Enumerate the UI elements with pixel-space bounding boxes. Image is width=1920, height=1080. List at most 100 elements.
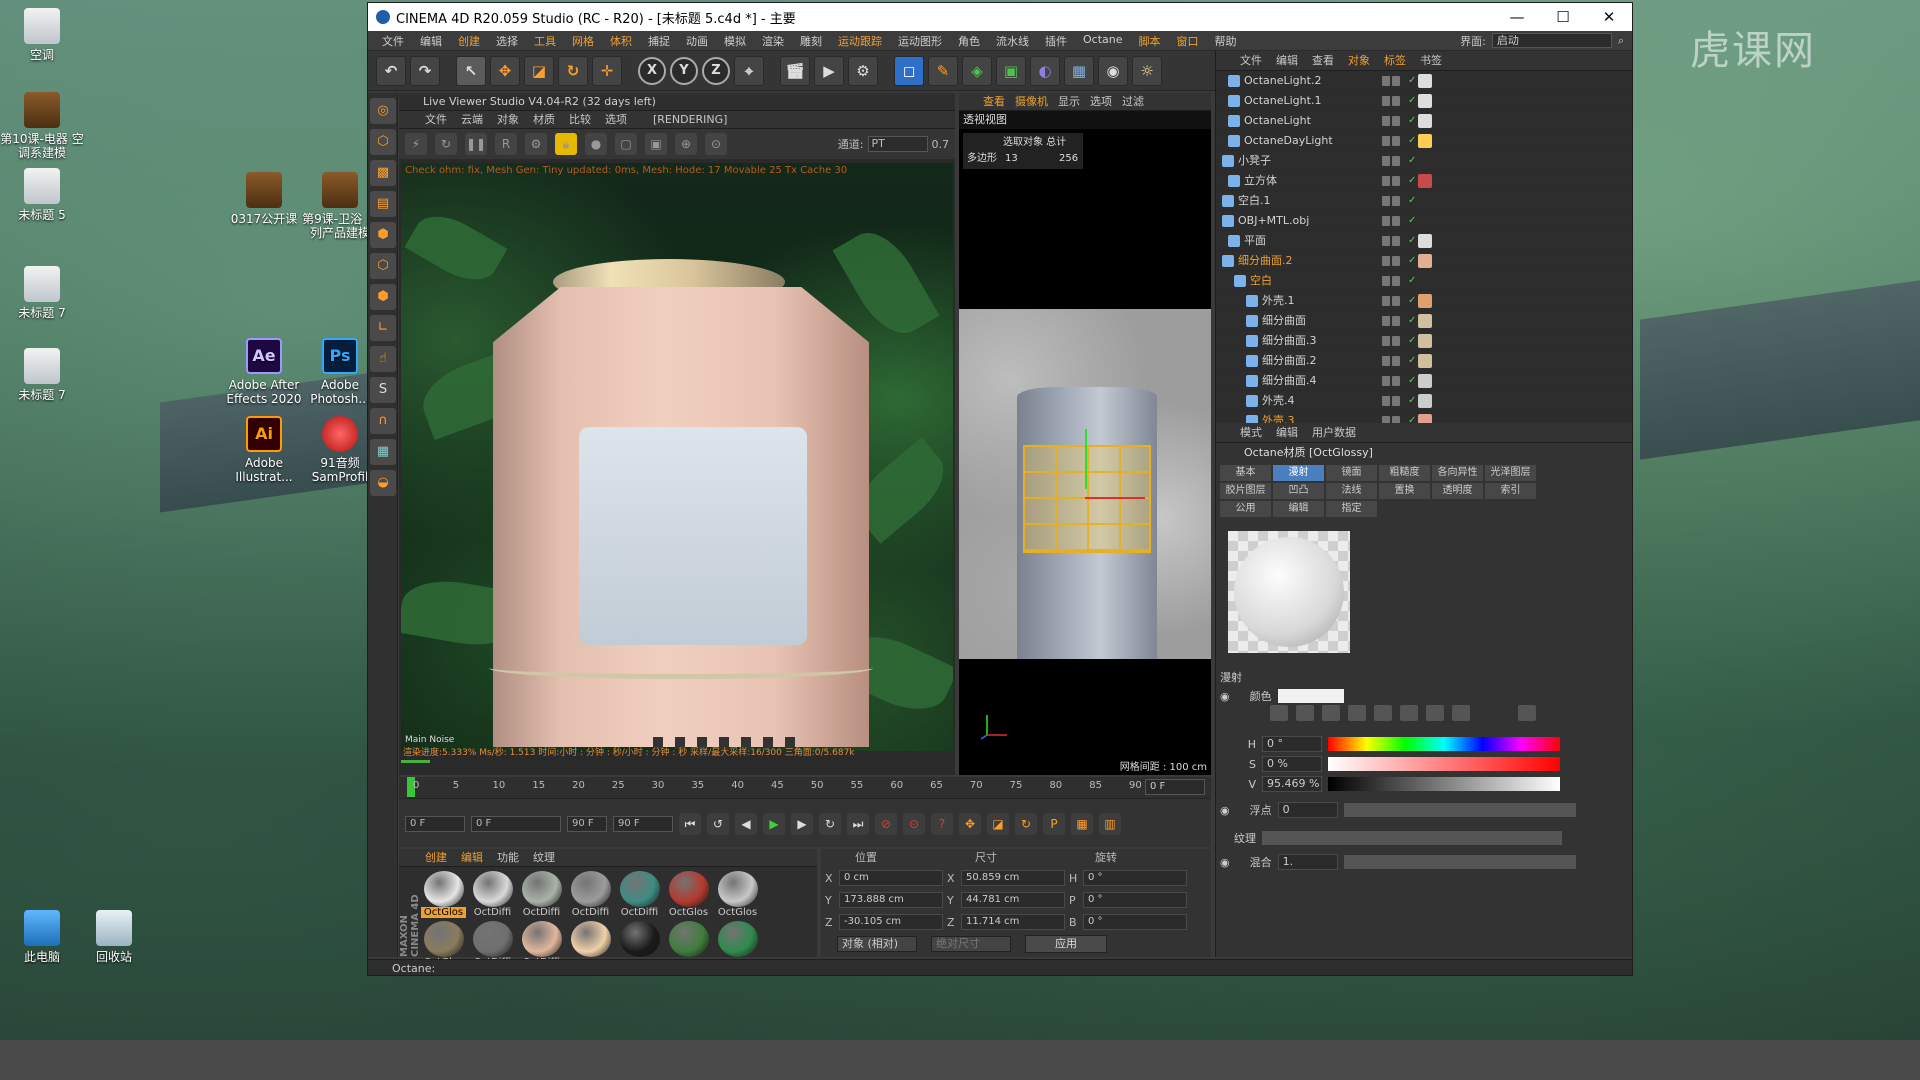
s-value[interactable]: 0 % — [1262, 756, 1322, 772]
menu-item[interactable]: 运动图形 — [890, 33, 950, 49]
axis-z-toggle[interactable]: Z — [702, 56, 730, 85]
lv-menu-file[interactable]: 文件 — [425, 111, 447, 128]
material-preview[interactable] — [1228, 531, 1350, 653]
menu-item[interactable]: 插件 — [1037, 33, 1075, 49]
material-preview-icon[interactable]: ● — [585, 133, 607, 155]
enabled-check-icon[interactable]: ✓ — [1408, 211, 1418, 231]
attr-tab[interactable]: 指定 — [1326, 501, 1377, 517]
am-menu-userdata[interactable]: 用户数据 — [1312, 423, 1356, 442]
material-tag-icon[interactable] — [1418, 333, 1432, 348]
visibility-flags[interactable] — [1382, 95, 1408, 106]
visibility-flags[interactable] — [1382, 195, 1408, 206]
coordinate-system-icon[interactable]: ⌖ — [734, 55, 764, 86]
selected-polygons[interactable] — [1023, 445, 1151, 553]
go-to-start-icon[interactable]: ⏮ — [679, 813, 701, 835]
pos-field[interactable]: 0 cm — [839, 870, 943, 886]
desktop-icon[interactable]: 第10课-电器 空调系建模 — [0, 92, 84, 160]
material-tag-icon[interactable] — [1418, 373, 1432, 388]
desktop-icon[interactable]: 0317公开课 — [222, 172, 306, 226]
pos-field[interactable]: -30.105 cm — [839, 914, 943, 930]
pick-focus-icon[interactable]: ⊕ — [675, 133, 697, 155]
cube-primitive-icon[interactable]: ◻ — [894, 55, 924, 86]
attr-tab[interactable]: 置换 — [1379, 483, 1430, 499]
object-name[interactable]: OctaneLight.2 — [1244, 71, 1382, 91]
desktop-icon[interactable]: 回收站 — [72, 910, 156, 964]
editor-visibility-icon[interactable] — [1382, 395, 1390, 406]
attr-tab[interactable]: 凹凸 — [1273, 483, 1324, 499]
visibility-flags[interactable] — [1382, 335, 1408, 346]
attr-tab[interactable]: 法线 — [1326, 483, 1377, 499]
material-swatch[interactable]: OctGlos — [421, 871, 466, 918]
apply-button[interactable]: 应用 — [1025, 935, 1107, 953]
visibility-flags[interactable] — [1382, 75, 1408, 86]
object-row[interactable]: OctaneLight.2 ✓ — [1216, 71, 1632, 91]
color-wheel-icon[interactable] — [1270, 705, 1288, 721]
material-tag-icon[interactable] — [1418, 73, 1432, 88]
render-picture-viewer-icon[interactable]: ▶ — [814, 55, 844, 86]
visibility-flags[interactable] — [1382, 295, 1408, 306]
workplane-icon[interactable]: ▤ — [370, 191, 396, 217]
object-row[interactable]: 细分曲面.2 ✓ — [1216, 251, 1632, 271]
go-to-end-icon[interactable]: ⏭ — [847, 813, 869, 835]
material-tag-icon[interactable] — [1418, 353, 1432, 368]
render-visibility-icon[interactable] — [1392, 275, 1400, 286]
move-tool-icon[interactable]: ✥ — [490, 55, 520, 86]
visibility-flags[interactable] — [1382, 275, 1408, 286]
enabled-check-icon[interactable]: ✓ — [1408, 391, 1418, 411]
editor-visibility-icon[interactable] — [1382, 375, 1390, 386]
attr-tab[interactable]: 镜面 — [1326, 465, 1377, 481]
editor-visibility-icon[interactable] — [1382, 295, 1390, 306]
object-name[interactable]: OBJ+MTL.obj — [1238, 211, 1382, 231]
object-row[interactable]: 小凳子 ✓ — [1216, 151, 1632, 171]
enabled-check-icon[interactable]: ✓ — [1408, 151, 1418, 171]
editor-visibility-icon[interactable] — [1382, 95, 1390, 106]
v-value[interactable]: 95.469 % — [1262, 776, 1322, 792]
menu-item[interactable]: 流水线 — [988, 33, 1037, 49]
editor-visibility-icon[interactable] — [1382, 135, 1390, 146]
radio-icon[interactable]: ◉ — [1220, 690, 1230, 703]
attr-tab[interactable]: 索引 — [1485, 483, 1536, 499]
render-visibility-icon[interactable] — [1392, 135, 1400, 146]
camera-icon[interactable]: ◉ — [1098, 55, 1128, 86]
object-row[interactable]: 细分曲面.4 ✓ — [1216, 371, 1632, 391]
material-tag-icon[interactable] — [1418, 313, 1432, 328]
render-visibility-icon[interactable] — [1392, 315, 1400, 326]
texture-mode-icon[interactable]: ▩ — [370, 160, 396, 186]
object-name[interactable]: OctaneLight.1 — [1244, 91, 1382, 111]
axis-y-toggle[interactable]: Y — [670, 56, 698, 85]
maximize-button[interactable]: ☐ — [1540, 8, 1586, 26]
tweak-mode-icon[interactable]: ☝ — [370, 346, 396, 372]
rot-field[interactable]: 0 ° — [1083, 914, 1187, 930]
radio-icon[interactable]: ◉ — [1220, 856, 1230, 869]
enabled-check-icon[interactable]: ✓ — [1408, 171, 1418, 191]
editor-visibility-icon[interactable] — [1382, 315, 1390, 326]
enabled-check-icon[interactable]: ✓ — [1408, 291, 1418, 311]
object-row[interactable]: 空白 ✓ — [1216, 271, 1632, 291]
editor-visibility-icon[interactable] — [1382, 155, 1390, 166]
material-swatch[interactable]: OctGlos — [666, 871, 711, 918]
image-picker-icon[interactable] — [1322, 705, 1340, 721]
material-tag-icon[interactable] — [1418, 233, 1432, 248]
material-swatch[interactable]: OctDiffi — [617, 871, 662, 918]
search-icon[interactable]: ⌕ — [1618, 34, 1624, 48]
range-start-field[interactable]: 0 F — [471, 816, 561, 832]
object-name[interactable]: 细分曲面.4 — [1262, 371, 1382, 391]
desktop-icon[interactable]: 未标题 7 — [0, 348, 84, 402]
material-tag-icon[interactable] — [1418, 113, 1432, 128]
om-menu-item[interactable]: 文件 — [1240, 51, 1262, 70]
visibility-flags[interactable] — [1382, 135, 1408, 146]
size-field[interactable]: 44.781 cm — [961, 892, 1065, 908]
transform-tool-icon[interactable]: ✛ — [592, 55, 622, 86]
menu-item[interactable]: 选择 — [488, 33, 526, 49]
material-swatch[interactable]: OctDiffi — [519, 871, 564, 918]
axis-x-toggle[interactable]: X — [638, 56, 666, 85]
perspective-viewport[interactable]: 查看 摄像机 显示 选项 过滤 透视视图 选取对象 总计 多边形 13 256 — [959, 93, 1211, 775]
select-tool-icon[interactable]: ↖ — [456, 55, 486, 86]
object-row[interactable]: OctaneLight ✓ — [1216, 111, 1632, 131]
render-visibility-icon[interactable] — [1392, 375, 1400, 386]
desktop-icon[interactable]: 空调 — [0, 8, 84, 62]
visibility-flags[interactable] — [1382, 255, 1408, 266]
render-visibility-icon[interactable] — [1392, 95, 1400, 106]
edges-mode-icon[interactable]: ⬡ — [370, 253, 396, 279]
am-menu-edit[interactable]: 编辑 — [1276, 423, 1298, 442]
